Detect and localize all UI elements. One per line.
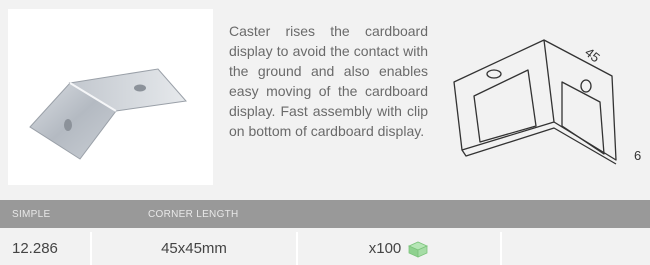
- dimension-label-side: 6: [634, 148, 641, 163]
- product-photo: [8, 9, 213, 185]
- table-header: SIMPLE CORNER LENGTH: [0, 200, 650, 228]
- header-corner-length: CORNER LENGTH: [148, 209, 239, 220]
- product-description: Caster rises the cardboard display to av…: [229, 23, 428, 139]
- caster-diagram: 45 6: [448, 30, 648, 185]
- cell-empty: [502, 232, 650, 265]
- cell-corner-length: 45x45mm: [92, 232, 298, 265]
- box-icon: [408, 241, 429, 258]
- table-row: 12.286 45x45mm x100: [0, 232, 650, 265]
- cell-quantity: x100: [298, 232, 502, 265]
- header-simple: SIMPLE: [12, 209, 51, 220]
- caster-photo-image: [29, 68, 187, 160]
- cell-code: 12.286: [0, 232, 92, 265]
- quantity-value: x100: [368, 240, 402, 257]
